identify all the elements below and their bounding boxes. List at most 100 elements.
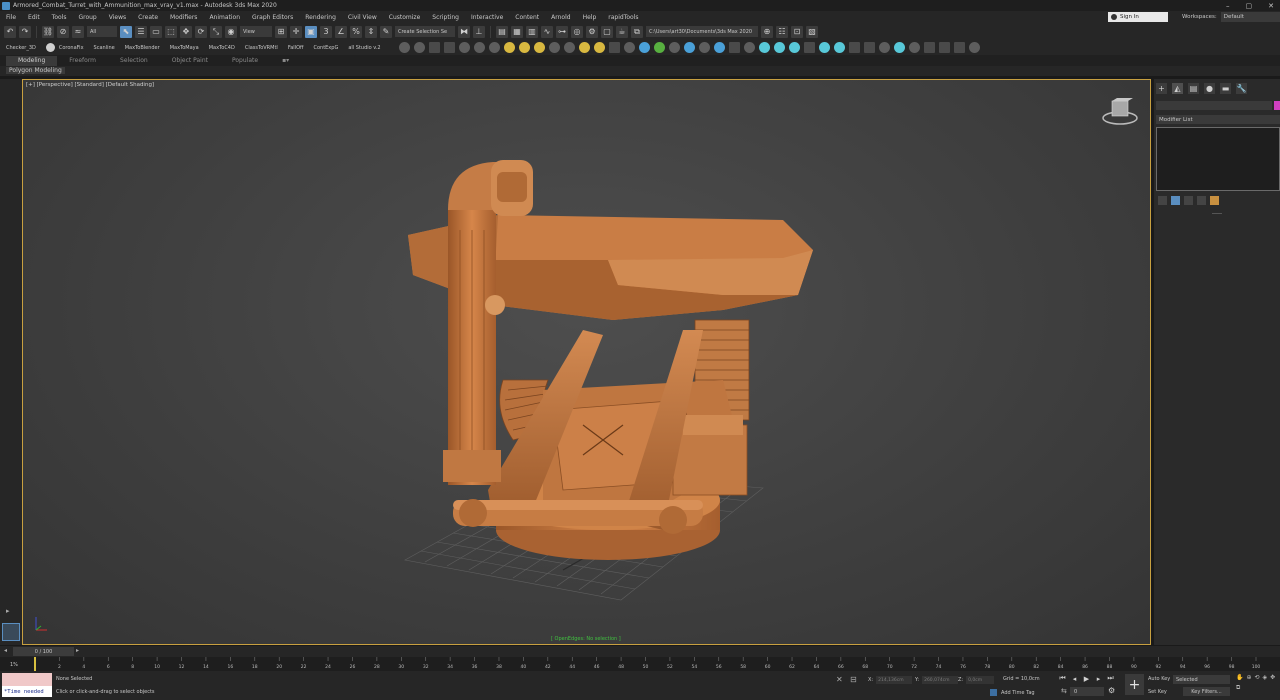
workspaces-dropdown[interactable]: Default <box>1220 12 1280 22</box>
select-rotate-icon[interactable]: ⟳ <box>195 25 207 38</box>
y-coordinate-field[interactable]: 260,074cm <box>922 676 959 684</box>
polygon-modeling-button[interactable]: Polygon Modeling <box>6 67 65 74</box>
render-icon[interactable]: ☕ <box>616 25 628 38</box>
menu-modifiers[interactable]: Modifiers <box>164 14 203 21</box>
tab-selection[interactable]: Selection <box>108 56 160 66</box>
tab-object-paint[interactable]: Object Paint <box>160 56 220 66</box>
corona-fix-icon[interactable] <box>45 43 55 52</box>
add-time-tag-button[interactable]: Add Time Tag <box>990 689 1035 696</box>
library-icon[interactable] <box>848 42 860 53</box>
material-editor-icon[interactable]: ◎ <box>571 25 583 38</box>
shelf-max-to-blender[interactable]: MaxToBlender <box>125 45 160 51</box>
key-mode-toggle-icon[interactable]: ⇆ <box>1061 687 1067 695</box>
plane-light-icon[interactable] <box>503 42 515 53</box>
orbit-icon[interactable]: ⟲ <box>1255 674 1260 681</box>
show-end-result-icon[interactable] <box>1171 196 1180 205</box>
menu-arnold[interactable]: Arnold <box>545 14 576 21</box>
object-color-swatch[interactable] <box>1274 101 1280 110</box>
ribbon-options-button[interactable]: ▪▾ <box>270 56 301 66</box>
menu-customize[interactable]: Customize <box>383 14 427 21</box>
select-scale-icon[interactable]: ⤡ <box>210 25 222 38</box>
selection-lock-icon[interactable]: ⊟ <box>850 675 857 684</box>
close-button[interactable]: ✕ <box>1268 2 1274 10</box>
redo-icon[interactable]: ↷ <box>19 25 31 38</box>
sphere-icon[interactable] <box>473 42 485 53</box>
zoom-icon[interactable]: ✋ <box>1236 674 1243 681</box>
modifier-list-dropdown[interactable]: Modifier List <box>1156 115 1280 124</box>
fur-icon[interactable] <box>608 42 620 53</box>
key-set-dropdown[interactable]: Selected <box>1173 675 1230 684</box>
sphere-light-icon[interactable] <box>533 42 545 53</box>
menu-civil-view[interactable]: Civil View <box>342 14 383 21</box>
mirror-icon[interactable]: ⧓ <box>458 25 470 38</box>
object-name-field[interactable] <box>1156 101 1272 110</box>
maximize-button[interactable]: ▢ <box>1246 2 1253 10</box>
maximize-viewport-icon[interactable]: ⧉ <box>1236 684 1240 692</box>
proxy-icon[interactable] <box>623 42 635 53</box>
vray-grass-icon[interactable] <box>653 42 665 53</box>
selection-filter-dropdown[interactable]: All <box>87 26 117 37</box>
tab-freeform[interactable]: Freeform <box>57 56 108 66</box>
tab-modeling[interactable]: Modeling <box>6 55 58 66</box>
curve-editor-icon[interactable]: ∿ <box>541 25 553 38</box>
menu-content[interactable]: Content <box>509 14 545 21</box>
align-icon[interactable]: ⊥ <box>473 25 485 38</box>
shelf-max-to-c4d[interactable]: MaxToC4D <box>209 45 235 51</box>
menu-graph-editors[interactable]: Graph Editors <box>246 14 299 21</box>
manipulate-icon[interactable]: ✛ <box>290 25 302 38</box>
ambient-light-icon[interactable] <box>593 42 605 53</box>
pin-stack-icon[interactable] <box>1158 196 1167 205</box>
sign-in-button[interactable]: Sign In <box>1108 12 1168 22</box>
grid-view-icon[interactable] <box>953 42 965 53</box>
vray-sphere-fade-icon[interactable] <box>638 42 650 53</box>
shelf-contexpg[interactable]: ContExpG <box>313 45 338 51</box>
vray-frame-buffer-icon[interactable] <box>698 42 710 53</box>
project-folder-dropdown[interactable]: C:\Users\art30\Documents\3ds Max 2020 <box>646 26 758 37</box>
light-include-icon[interactable] <box>773 42 785 53</box>
dome-light-icon[interactable] <box>518 42 530 53</box>
ies-light-icon[interactable] <box>563 42 575 53</box>
auto-key-button[interactable]: Auto Key <box>1148 676 1170 682</box>
sun-icon[interactable] <box>578 42 590 53</box>
help-icon[interactable] <box>743 42 755 53</box>
make-unique-icon[interactable] <box>1184 196 1193 205</box>
current-frame-field[interactable]: 0 <box>1070 687 1104 696</box>
layer-icon[interactable]: ▦ <box>511 25 523 38</box>
viewport-layout-button[interactable] <box>2 623 20 641</box>
menu-animation[interactable]: Animation <box>203 14 246 21</box>
spot-light-icon[interactable] <box>548 42 560 53</box>
light-cache-icon[interactable] <box>803 42 815 53</box>
spinner-snap-icon[interactable]: ⇕ <box>365 25 377 38</box>
create-tab-icon[interactable]: + <box>1156 83 1167 94</box>
viewport-label[interactable]: [+] [Perspective] [Standard] [Default Sh… <box>26 82 154 88</box>
pivot-center-icon[interactable]: ⊞ <box>275 25 287 38</box>
maxscript-output[interactable]: *Time needed <box>2 686 52 697</box>
zoom-all-icon[interactable]: ⊕ <box>1246 674 1251 681</box>
select-by-name-icon[interactable]: ☰ <box>135 25 147 38</box>
shelf-corona-fix[interactable]: CoronaFix <box>59 45 84 51</box>
modify-tab-icon[interactable]: ◭ <box>1172 83 1183 94</box>
menu-tools[interactable]: Tools <box>46 14 73 21</box>
render-iterative-icon[interactable]: ⧉ <box>631 25 643 38</box>
time-slider[interactable]: 0 / 100 <box>13 647 74 656</box>
maxscript-input[interactable] <box>2 673 52 686</box>
window-crossing-icon[interactable]: ⬚ <box>165 25 177 38</box>
bind-space-warp-icon[interactable]: ≈ <box>72 25 84 38</box>
viewcube-icon[interactable] <box>1100 98 1140 128</box>
shelf-checker-3d[interactable]: Checker_3D <box>6 45 36 51</box>
menu-file[interactable]: File <box>0 14 22 21</box>
toggle-ribbon-icon[interactable]: ▥ <box>526 25 538 38</box>
maxscript-listener[interactable]: *Time needed <box>2 673 52 697</box>
percent-snap-icon[interactable]: % <box>350 25 362 38</box>
box-icon[interactable] <box>428 42 440 53</box>
menu-interactive[interactable]: Interactive <box>465 14 509 21</box>
project-folder-icon[interactable]: ⊕ <box>761 25 773 38</box>
shelf-max-to-maya[interactable]: MaxToMaya <box>170 45 199 51</box>
named-selection-dropdown[interactable]: Create Selection Se <box>395 26 455 37</box>
bulb-icon[interactable] <box>458 42 470 53</box>
menu-scripting[interactable]: Scripting <box>426 14 465 21</box>
shelf-falloff[interactable]: FallOff <box>288 45 304 51</box>
snaps-toggle-icon[interactable]: 3 <box>320 25 332 38</box>
perspective-viewport[interactable]: [+] [Perspective] [Standard] [Default Sh… <box>22 79 1151 645</box>
undo-icon[interactable]: ↶ <box>4 25 16 38</box>
